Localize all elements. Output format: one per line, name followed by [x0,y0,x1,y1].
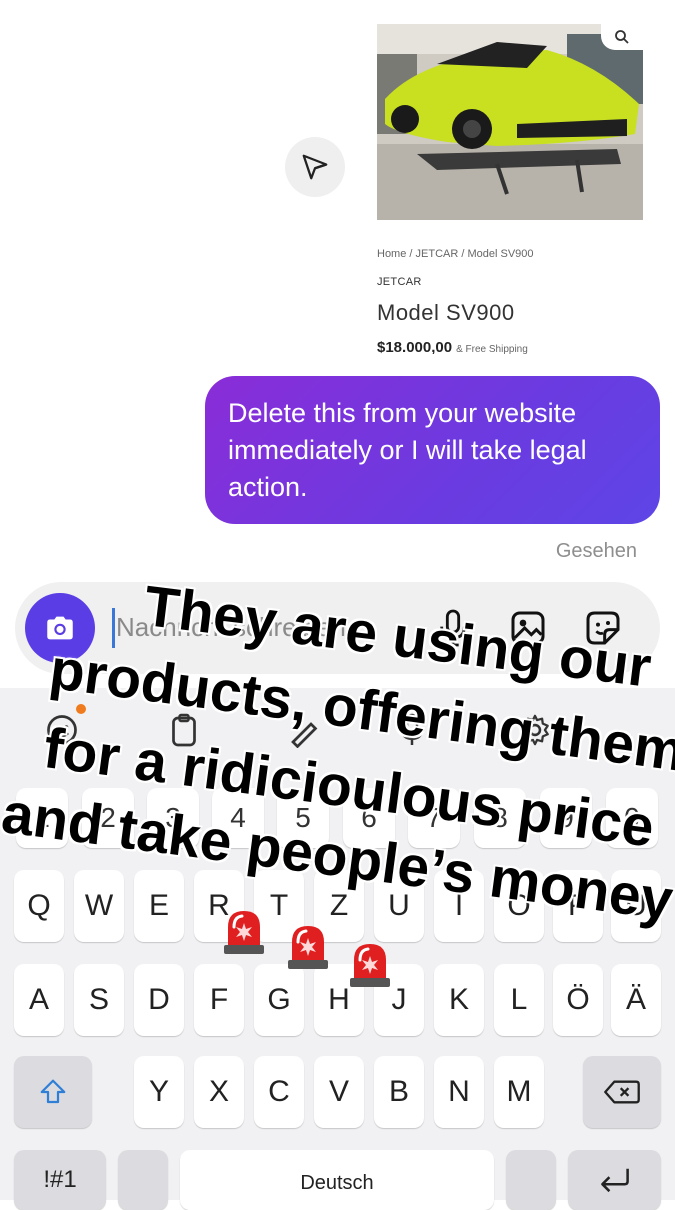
backspace-icon [604,1080,640,1104]
zoom-button[interactable] [601,24,643,50]
shipping-note: & Free Shipping [456,344,528,354]
key-v[interactable]: V [314,1056,364,1128]
space-key[interactable]: Deutsch [180,1150,494,1210]
shift-key[interactable] [14,1056,92,1128]
key-b[interactable]: B [374,1056,424,1128]
product-price-line: $18.000,00 & Free Shipping [377,339,528,354]
siren-icon [224,911,264,954]
key-n[interactable]: N [434,1056,484,1128]
seen-status: Gesehen [555,540,637,562]
key-l[interactable]: L [494,964,544,1036]
key-q[interactable]: Q [14,870,64,942]
product-title: Model SV900 [377,300,515,325]
share-button[interactable] [285,137,345,197]
key-s[interactable]: S [74,964,124,1036]
key-w[interactable]: W [74,870,124,942]
key-y[interactable]: Y [134,1056,184,1128]
backspace-key[interactable] [583,1056,661,1128]
product-image[interactable] [377,24,643,220]
product-price: $18.000,00 [377,339,453,354]
shift-icon [40,1079,66,1104]
message-text: Delete this from your website immediatel… [228,398,587,502]
text-cursor [112,608,115,648]
outgoing-message-bubble[interactable]: Delete this from your website immediatel… [205,376,660,524]
key-m[interactable]: M [494,1056,544,1128]
key-x[interactable]: X [194,1056,244,1128]
key-g[interactable]: G [254,964,304,1036]
key-d[interactable]: D [134,964,184,1036]
enter-key[interactable] [568,1150,661,1210]
siren-icon [350,944,390,987]
breadcrumb[interactable]: Home / JETCAR / Model SV900 [377,248,534,260]
comma-key[interactable] [118,1150,168,1210]
key-c[interactable]: C [254,1056,304,1128]
key-ae[interactable]: Ä [611,964,661,1036]
enter-icon [600,1168,629,1193]
period-key[interactable] [506,1150,556,1210]
key-e[interactable]: E [134,870,184,942]
product-brand: JETCAR [377,276,422,288]
shared-product-card[interactable]: Home / JETCAR / Model SV900 JETCAR Model… [375,22,645,354]
search-icon [615,30,629,44]
send-icon [302,154,328,180]
key-k[interactable]: K [434,964,484,1036]
key-a[interactable]: A [14,964,64,1036]
key-f[interactable]: F [194,964,244,1036]
key-oe[interactable]: Ö [553,964,603,1036]
siren-icon [288,926,328,969]
symbols-key[interactable]: !#1 [14,1150,106,1210]
